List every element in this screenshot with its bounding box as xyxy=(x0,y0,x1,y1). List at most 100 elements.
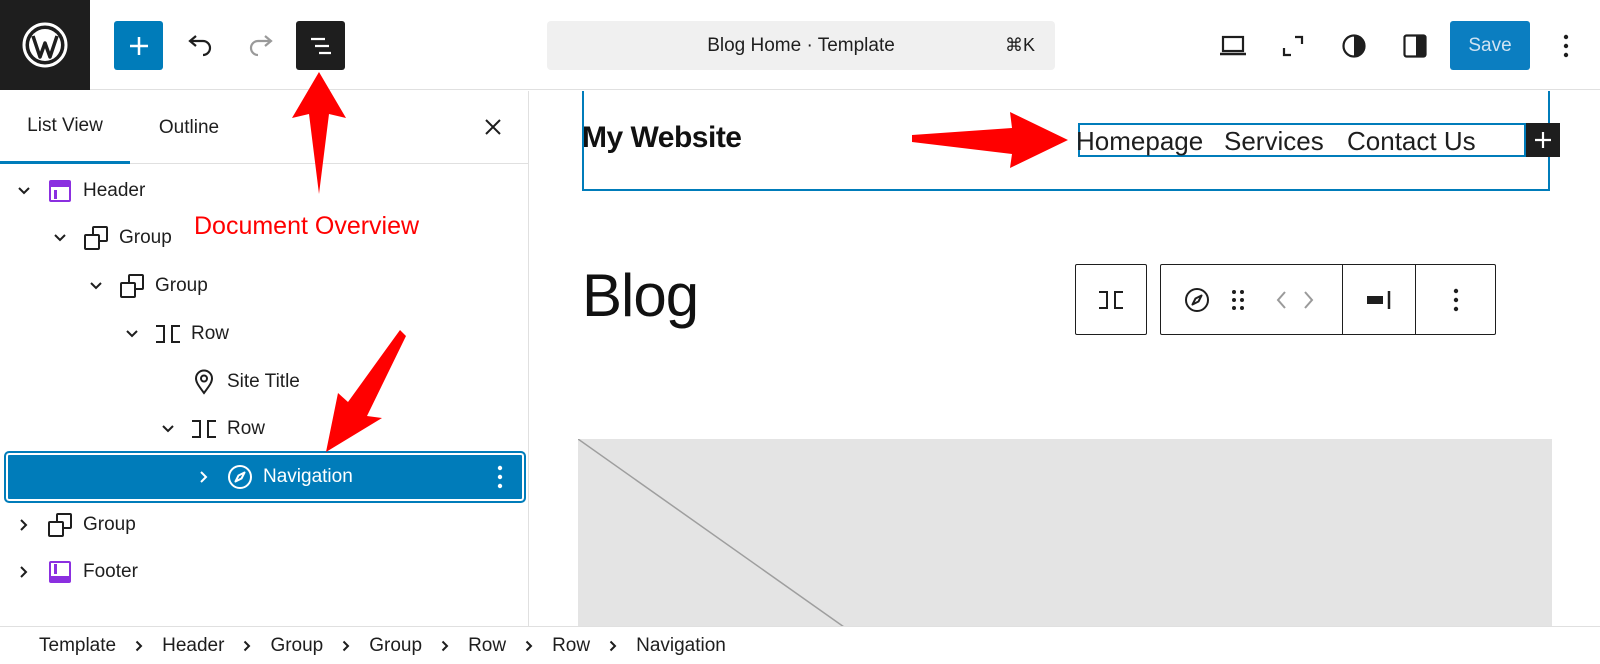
chevron-right-icon[interactable] xyxy=(194,467,214,487)
group-icon xyxy=(46,511,74,539)
document-overview-panel: List View Outline Header Group Group Row… xyxy=(0,91,529,626)
block-toolbar xyxy=(1160,264,1496,335)
styles-icon xyxy=(1341,33,1366,58)
row-icon xyxy=(190,415,218,443)
tab-outline[interactable]: Outline xyxy=(144,91,234,164)
chevron-right-icon xyxy=(132,639,146,653)
block-type-button[interactable] xyxy=(1173,265,1221,334)
sidebar-icon xyxy=(1402,33,1427,58)
close-icon xyxy=(485,119,501,135)
list-item-group[interactable]: Group xyxy=(6,262,524,310)
document-overview-icon xyxy=(310,37,331,54)
move-left-right-icon xyxy=(1276,290,1314,309)
editor-top-bar: Blog Home · Template ⌘K Save xyxy=(0,0,1600,90)
block-breadcrumb: Template Header Group Group Row Row Navi… xyxy=(0,626,1600,664)
chevron-right-icon xyxy=(522,639,536,653)
list-item-group[interactable]: Group xyxy=(6,501,524,549)
breadcrumb-navigation: Navigation xyxy=(636,634,726,656)
chevron-right-icon xyxy=(339,639,353,653)
row-icon xyxy=(154,320,182,348)
featured-image-placeholder[interactable] xyxy=(578,439,1552,626)
navigation-block[interactable]: Homepage Services Contact Us xyxy=(1076,123,1526,157)
document-overview-button[interactable] xyxy=(296,21,345,70)
header-icon xyxy=(46,177,74,205)
chevron-right-icon xyxy=(606,639,620,653)
list-item-label: Footer xyxy=(83,561,138,582)
list-item-site-title[interactable]: Site Title xyxy=(6,358,524,406)
annotation-document-overview-label: Document Overview xyxy=(194,212,420,240)
nav-item-contact-us[interactable]: Contact Us xyxy=(1347,125,1476,157)
fullscreen-icon xyxy=(1282,35,1303,56)
command-palette-button[interactable]: Blog Home · Template ⌘K xyxy=(547,21,1055,70)
chevron-down-icon[interactable] xyxy=(122,324,142,344)
block-options-button[interactable] xyxy=(1416,265,1496,334)
wordpress-logo-button[interactable] xyxy=(0,0,90,90)
move-arrows[interactable] xyxy=(1261,265,1329,334)
compass-icon xyxy=(1185,287,1209,312)
map-pin-icon xyxy=(190,368,218,396)
fullscreen-button[interactable] xyxy=(1268,21,1317,70)
chevron-down-icon[interactable] xyxy=(50,228,70,248)
row-icon xyxy=(1099,290,1123,309)
breadcrumb-group[interactable]: Group xyxy=(369,635,422,657)
breadcrumb-template[interactable]: Template xyxy=(39,635,116,657)
breadcrumb-header[interactable]: Header xyxy=(162,635,224,657)
list-item-label: Group xyxy=(83,514,136,535)
breadcrumb-row[interactable]: Row xyxy=(552,635,590,657)
tab-list-view[interactable]: List View xyxy=(0,91,130,164)
template-title: Blog Home · Template xyxy=(707,34,895,56)
command-shortcut: ⌘K xyxy=(1004,35,1035,55)
close-panel-button[interactable] xyxy=(475,109,511,145)
options-button[interactable] xyxy=(1541,21,1590,70)
save-button[interactable]: Save xyxy=(1450,21,1530,70)
more-vertical-icon[interactable] xyxy=(490,463,510,491)
select-parent-button[interactable] xyxy=(1075,264,1147,335)
list-item-row[interactable]: Row xyxy=(6,405,524,453)
list-item-label: Header xyxy=(83,180,146,201)
breadcrumb-group[interactable]: Group xyxy=(270,635,323,657)
plus-icon xyxy=(1535,132,1551,148)
list-item-label: Navigation xyxy=(263,466,353,487)
chevron-down-icon[interactable] xyxy=(14,181,34,201)
placeholder-diagonal-icon xyxy=(578,439,844,626)
list-item-label: Site Title xyxy=(227,371,300,392)
list-item-header[interactable]: Header xyxy=(6,167,524,215)
styles-button[interactable] xyxy=(1329,21,1378,70)
laptop-icon xyxy=(1219,35,1246,55)
site-title[interactable]: My Website xyxy=(582,121,742,155)
list-item-label: Row xyxy=(191,323,230,344)
blog-heading[interactable]: Blog xyxy=(582,261,699,330)
nav-item-services[interactable]: Services xyxy=(1224,125,1324,157)
more-vertical-icon xyxy=(1563,34,1568,57)
drag-handle[interactable] xyxy=(1223,265,1253,334)
breadcrumb-row[interactable]: Row xyxy=(468,635,506,657)
justification-button[interactable] xyxy=(1343,265,1415,334)
compass-icon xyxy=(226,463,254,491)
chevron-right-icon[interactable] xyxy=(14,562,34,582)
list-item-footer[interactable]: Footer xyxy=(6,548,524,596)
add-nav-item-button[interactable] xyxy=(1526,123,1560,157)
nav-item-homepage[interactable]: Homepage xyxy=(1076,125,1203,157)
chevron-right-icon xyxy=(438,639,452,653)
settings-sidebar-button[interactable] xyxy=(1390,21,1439,70)
redo-button[interactable] xyxy=(236,21,285,70)
editor-canvas: My Website Homepage Services Contact Us … xyxy=(530,91,1600,626)
redo-icon xyxy=(249,34,273,56)
undo-button[interactable] xyxy=(175,21,224,70)
add-block-button[interactable] xyxy=(114,21,163,70)
panel-tabs: List View Outline xyxy=(0,91,528,164)
plus-icon xyxy=(129,36,148,55)
justify-right-icon xyxy=(1367,290,1391,309)
list-item-label: Row xyxy=(227,418,266,439)
more-vertical-icon xyxy=(1453,288,1459,311)
list-item-row[interactable]: Row xyxy=(6,310,524,358)
chevron-down-icon[interactable] xyxy=(158,419,178,439)
chevron-down-icon[interactable] xyxy=(86,276,106,296)
chevron-right-icon[interactable] xyxy=(14,515,34,535)
list-item-label: Group xyxy=(155,275,208,296)
chevron-right-icon xyxy=(240,639,254,653)
device-preview-button[interactable] xyxy=(1208,21,1257,70)
footer-icon xyxy=(46,558,74,586)
group-icon xyxy=(82,224,110,252)
list-item-navigation[interactable]: Navigation xyxy=(4,451,526,503)
